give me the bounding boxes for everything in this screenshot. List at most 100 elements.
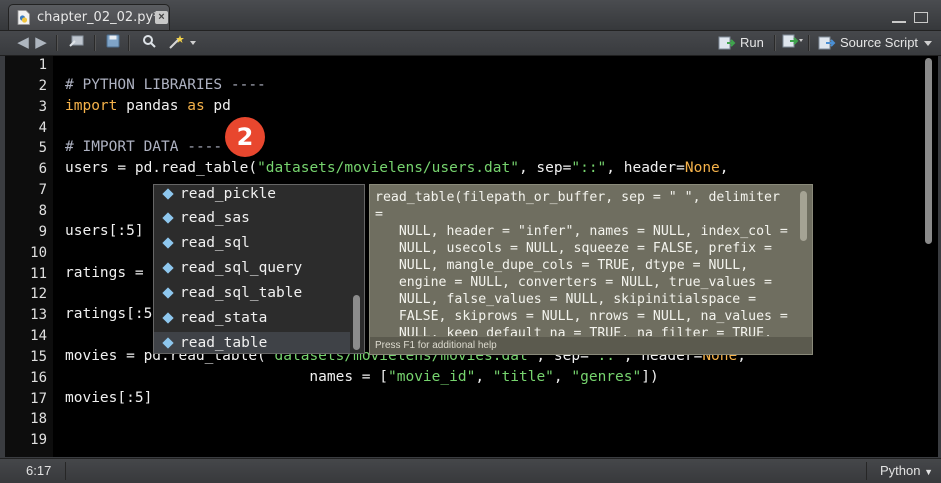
show-in-window-icon[interactable] [68,34,86,52]
autocomplete-item-read-stata[interactable]: read_stata [154,307,350,331]
autocomplete-item-label: read_table [180,335,268,351]
autocomplete-item-label: read_sql_table [180,285,303,301]
code-token: pd [204,97,231,114]
code-token: , [719,160,729,177]
line-number: 6 [38,161,47,178]
line-number-gutter: 1 2 3 4 5 6 7 8 9 10 11 12 13 14 15 16 17 18 19 [5,56,53,457]
editor-toolbar: ◀ ▶ Run Source Script [0,31,941,56]
autocomplete-item-label: read_sas [180,210,250,226]
line-number: 1 [38,57,47,73]
line-number: 18 [30,411,47,428]
rerun-icon[interactable] [782,34,804,52]
function-icon [162,212,174,224]
back-arrow-icon[interactable]: ◀ [14,34,32,52]
line-number: 14 [30,328,47,345]
code-line-13: ratings[:5 [65,306,152,322]
source-script-button[interactable]: Source Script [816,33,936,53]
file-type-label: Python [879,463,921,478]
line-number: 16 [30,369,47,386]
autocomplete-item-read-sql-query[interactable]: read_sql_query [154,257,350,281]
autocomplete-item-label: read_sql_query [180,260,303,276]
tab-chapter-02-02[interactable]: chapter_02_02.py* × [8,4,170,30]
python-file-icon [17,10,30,25]
editor-vertical-scrollbar[interactable] [925,58,932,244]
tab-label: chapter_02_02.py* [37,10,160,25]
code-line-3: import pandas as pd [65,98,231,114]
tab-bar: chapter_02_02.py* × [0,0,941,31]
line-number: 19 [30,432,47,449]
function-icon [162,188,174,200]
function-icon [162,312,174,324]
cursor-position[interactable]: 6:17 [26,463,51,478]
search-icon[interactable] [140,34,158,52]
autocomplete-item-read-sas[interactable]: read_sas [154,207,350,231]
autocomplete-item-label: read_sql [180,235,250,251]
code-token: ratings = [65,264,144,281]
code-token: as [187,97,205,114]
function-icon [162,287,174,299]
maximize-pane-icon[interactable] [914,12,928,23]
line-number: 7 [38,182,47,199]
autocomplete-item-read-sql[interactable]: read_sql [154,232,350,256]
code-token: pandas [117,97,188,114]
function-icon [162,262,174,274]
code-token: import [65,97,118,114]
line-number: 11 [30,265,47,282]
toolbar-separator [808,35,810,51]
line-number: 9 [38,223,47,240]
code-line-2: # PYTHON LIBRARIES ---- [65,77,266,93]
line-number: 15 [30,348,47,365]
code-token: users[:5] [65,222,144,239]
help-footer: Press F1 for additional help [370,337,812,354]
code-line-16: names = ["movie_id", "title", "genres"]) [65,368,658,385]
code-line-11: ratings = [65,265,144,281]
function-signature: read_table(filepath_or_buffer, sep = " "… [375,190,788,336]
code-tools-wand-icon[interactable] [168,34,198,52]
code-token: "::" [571,160,607,177]
chevron-down-icon[interactable] [924,41,932,46]
line-number: 4 [38,119,47,136]
code-token: None [684,160,720,177]
autocomplete-item-read-sql-table[interactable]: read_sql_table [154,282,350,306]
run-label: Run [740,35,764,50]
tab-close-icon[interactable]: × [155,11,168,24]
line-number: 8 [38,202,47,219]
forward-arrow-icon[interactable]: ▶ [32,34,50,52]
autocomplete-item-label: read_stata [180,310,268,326]
line-number: 3 [38,98,47,115]
line-number: 17 [30,390,47,407]
line-number: 12 [30,286,47,303]
step-number-badge: 2 [225,117,265,157]
autocomplete-scrollbar[interactable] [353,295,360,350]
source-editor-window: chapter_02_02.py* × ◀ ▶ Run Source Scrip… [0,0,941,483]
autocomplete-item-read-table[interactable]: read_table [154,332,350,353]
source-script-label: Source Script [840,35,919,50]
line-number: 13 [30,307,47,324]
status-bar: 6:17 Python ▼ [0,458,941,483]
code-token: , [553,368,572,385]
code-token: "datasets/movielens/users.dat" [257,160,519,177]
code-token: , header= [606,160,685,177]
minimize-pane-icon[interactable] [892,19,906,23]
function-icon [162,337,174,349]
status-separator [866,462,867,480]
run-button[interactable]: Run [716,33,768,53]
autocomplete-item-read-pickle[interactable]: read_pickle [154,185,350,207]
code-token: "genres" [571,368,642,385]
run-lines-icon [718,36,736,50]
function-help-tooltip: read_table(filepath_or_buffer, sep = " "… [369,184,813,355]
code-token: ratings[:5 [65,306,153,323]
source-icon [818,36,836,50]
chevron-down-icon: ▼ [924,467,933,477]
code-token: # IMPORT DATA ---- [65,139,223,156]
code-token: names = [ [65,368,389,385]
code-token: # PYTHON LIBRARIES ---- [65,76,266,93]
help-scrollbar[interactable] [800,191,807,241]
toolbar-separator [128,35,130,51]
autocomplete-item-label: read_pickle [180,186,277,202]
line-number: 10 [30,244,47,261]
toolbar-separator [774,35,776,51]
save-icon[interactable] [104,34,122,52]
autocomplete-popup: read_pickle read_sas read_sql read_sql_quer… [153,184,365,354]
file-type-selector[interactable]: Python ▼ [880,463,933,478]
